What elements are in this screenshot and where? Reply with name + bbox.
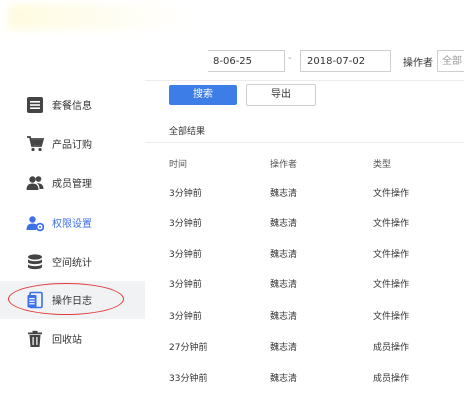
export-button[interactable]: 导出 [246, 84, 316, 106]
sidebar-item-recycle-bin[interactable]: 回收站 [0, 320, 145, 358]
cell-operator: 魏志清 [270, 343, 298, 353]
sidebar-item-label: 权限设置 [52, 219, 92, 230]
sidebar-item-member-management[interactable]: 成员管理 [0, 164, 145, 202]
users-icon [26, 176, 44, 190]
cart-icon [27, 136, 44, 152]
trash-icon [28, 330, 42, 347]
sidebar: 套餐信息 产品订购 成员管理 权限设置 空间统计 操作日志 回收站 [0, 80, 145, 405]
cell-type: 文件操作 [373, 280, 410, 290]
column-header-type: 类型 [373, 160, 392, 170]
sidebar-item-label: 成员管理 [52, 179, 92, 190]
cell-operator: 魏志清 [270, 374, 298, 384]
table-row: 3分钟前 魏志清 文件操作 [145, 277, 464, 307]
cell-type: 成员操作 [373, 343, 410, 353]
user-settings-icon [26, 216, 44, 232]
end-date-input[interactable]: 2018-07-02 [300, 50, 391, 72]
table-row: 3分钟前 魏志清 文件操作 [145, 247, 464, 277]
cell-time: 3分钟前 [169, 312, 202, 322]
table-row: 27分钟前 魏志清 成员操作 [145, 340, 464, 370]
cell-time: 3分钟前 [169, 189, 202, 199]
filter-bar: 8-06-25 - 2018-07-02 操作者 全部 [0, 45, 464, 81]
column-header-time: 时间 [169, 160, 188, 170]
table-row: 33分钟前 魏志清 成员操作 [145, 371, 464, 401]
cell-type: 文件操作 [373, 189, 410, 199]
divider [145, 142, 464, 143]
top-bar [0, 0, 464, 45]
cell-time: 33分钟前 [169, 374, 208, 384]
sidebar-item-label: 套餐信息 [52, 101, 92, 112]
sidebar-item-label: 空间统计 [52, 258, 92, 269]
sidebar-item-product-order[interactable]: 产品订购 [0, 125, 145, 163]
cell-operator: 魏志清 [270, 250, 298, 260]
column-header-operator: 操作者 [270, 160, 298, 170]
sidebar-item-space-statistics[interactable]: 空间统计 [0, 243, 145, 281]
cell-time: 3分钟前 [169, 280, 202, 290]
start-date-input[interactable]: 8-06-25 [208, 50, 285, 72]
cell-time: 3分钟前 [169, 250, 202, 260]
cell-type: 文件操作 [373, 219, 410, 229]
cell-type: 成员操作 [373, 374, 410, 384]
sidebar-item-label: 产品订购 [52, 140, 92, 151]
cell-type: 文件操作 [373, 250, 410, 260]
sidebar-item-plan-info[interactable]: 套餐信息 [0, 86, 145, 124]
cell-time: 3分钟前 [169, 219, 202, 229]
highlight-annotation-oval [8, 283, 124, 315]
sidebar-item-permission-settings[interactable]: 权限设置 [0, 204, 145, 242]
search-button[interactable]: 搜索 [169, 85, 237, 105]
table-row: 3分钟前 魏志清 文件操作 [145, 186, 464, 216]
results-label: 全部结果 [169, 127, 206, 137]
cell-operator: 魏志清 [270, 219, 298, 229]
sidebar-item-label: 回收站 [52, 335, 82, 346]
table-row: 3分钟前 魏志清 文件操作 [145, 216, 464, 246]
operator-label: 操作者 [403, 58, 433, 69]
table-row: 3分钟前 魏志清 文件操作 [145, 309, 464, 339]
cell-operator: 魏志清 [270, 189, 298, 199]
list-icon [27, 97, 43, 113]
blurred-header-area [8, 4, 188, 30]
cell-type: 文件操作 [373, 312, 410, 322]
main-content: 搜索 导出 全部结果 时间 操作者 类型 3分钟前 魏志清 文件操作 3分钟前 … [145, 80, 464, 405]
operator-select[interactable]: 全部 [437, 50, 464, 72]
date-separator: - [288, 53, 292, 64]
cell-operator: 魏志清 [270, 280, 298, 290]
cell-operator: 魏志清 [270, 312, 298, 322]
cell-time: 27分钟前 [169, 343, 208, 353]
database-icon [28, 254, 42, 270]
